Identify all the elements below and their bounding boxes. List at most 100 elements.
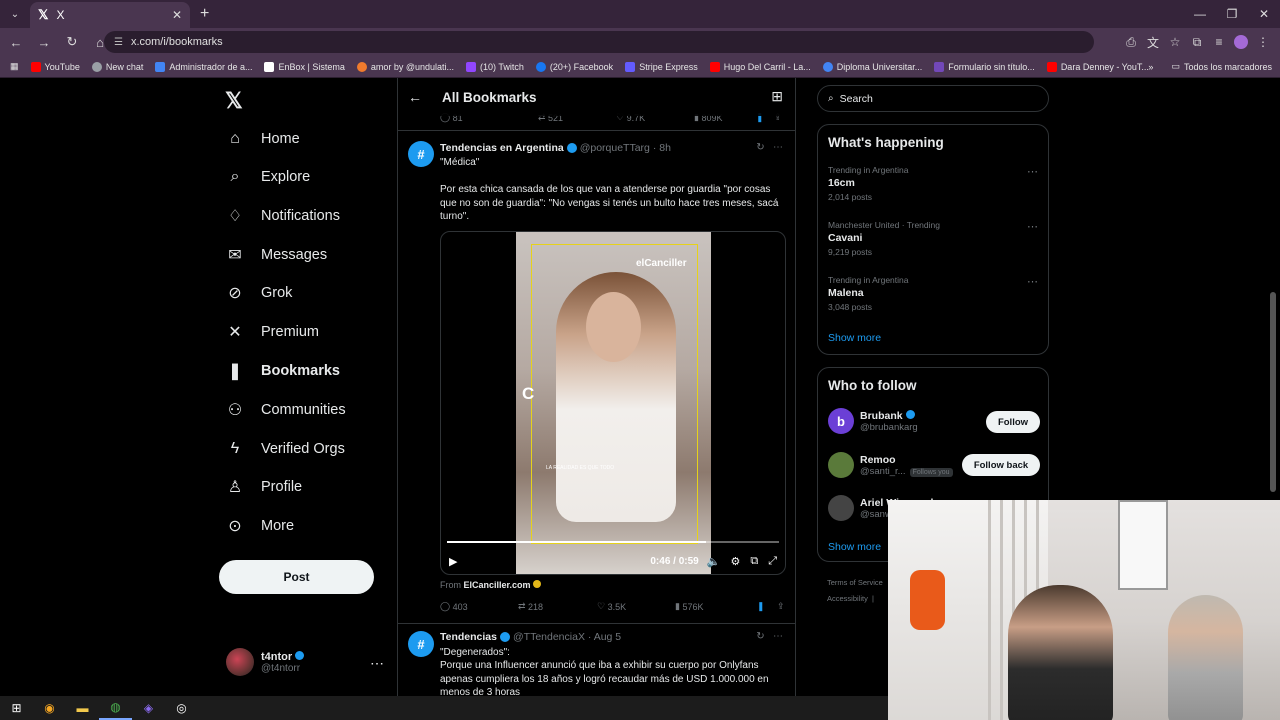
bookmarked-icon[interactable]: ❚ [757,601,777,612]
tab-search-icon[interactable]: ⌄ [4,3,26,25]
bookmark-folder-icon[interactable]: ⊞ [771,88,783,105]
obs-icon[interactable]: ◎ [165,696,198,720]
reply-action[interactable]: ◯ 403 [440,601,518,612]
source-link[interactable]: ElCanciller.com [464,580,531,590]
tweet-author[interactable]: Tendencias [440,631,497,643]
bookmark-5[interactable]: (10) Twitch [466,61,524,72]
bookmark-0[interactable]: YouTube [30,61,80,72]
footer-link[interactable]: Terms of Service [827,578,883,587]
search-input[interactable]: ⌕ Search [817,85,1049,112]
home-icon: ⌂ [230,130,240,147]
play-icon[interactable]: ▶ [449,555,457,568]
copilot-icon[interactable]: ◉ [33,696,66,720]
bookmark-1[interactable]: New chat [91,61,143,72]
bookmark-6[interactable]: (20+) Facebook [535,61,613,72]
follow-back-button[interactable]: Follow back [962,454,1040,476]
video-player[interactable]: elCanciller LA REALIDAD ES QUE TODO C ▶ … [440,231,786,575]
minimize-icon[interactable]: — [1184,0,1216,28]
discord-icon[interactable]: ◈ [132,696,165,720]
address-bar[interactable]: ☰ x.com/i/bookmarks [104,31,1094,53]
follow-suggestion[interactable]: Remoo @santi_r... Follows you [828,452,953,478]
fullscreen-icon[interactable]: ⤢ [768,555,777,568]
trend-item[interactable]: Manchester United · Trending Cavani 9,21… [828,220,940,257]
all-bookmarks[interactable]: » ▭ Todos los marcadores [1148,61,1272,72]
bookmark-4[interactable]: amor by @undulati... [356,61,454,72]
trend-item[interactable]: Trending in Argentina 16cm 2,014 posts [828,165,909,202]
grok-icon[interactable]: ↻ [756,631,764,642]
bookmark-11[interactable]: Dara Denney - YouT... [1046,61,1149,72]
translate-icon[interactable]: 文 [1142,30,1164,54]
share-icon[interactable]: ⇪ [777,601,785,612]
scrollbar[interactable] [1270,292,1276,492]
tweet-avatar[interactable]: # [408,631,434,657]
sidebar-item-verified-orgs[interactable]: ϟ Verified Orgs [225,434,345,464]
tab-groups-icon[interactable]: ≡ [1208,30,1230,54]
account-switcher[interactable]: t4ntor @t4ntorr [226,648,305,676]
bookmark-3[interactable]: EnBox | Sistema [264,61,345,72]
bookmark-8[interactable]: Hugo Del Carril - La... [709,61,811,72]
tweet-time[interactable]: · Aug 5 [588,631,621,643]
tweet-more-icon[interactable]: ⋯ [773,142,783,153]
tweet-time[interactable]: · 8h [653,142,671,154]
like-action[interactable]: ♡ 3.5K [597,601,675,612]
sidebar-item-explore[interactable]: ⌕ Explore [225,162,311,192]
site-info-icon[interactable]: ☰ [114,37,123,48]
profile-avatar-icon[interactable] [1234,35,1248,49]
volume-icon[interactable]: 🔈 [707,555,721,568]
account-more-icon[interactable]: ⋯ [370,655,384,672]
trend-item[interactable]: Trending in Argentina Malena 3,048 posts [828,275,909,312]
menu-icon[interactable]: ⋮ [1252,30,1274,54]
bookmark-2[interactable]: Administrador de a... [155,61,252,72]
settings-gear-icon[interactable]: ⚙ [730,555,740,568]
tweet-more-icon[interactable]: ⋯ [773,631,783,642]
sidebar-item-communities[interactable]: ⚇ Communities [225,395,346,425]
bookmark-7[interactable]: Stripe Express [625,61,698,72]
sidebar-item-premium[interactable]: ✕ Premium [225,317,319,347]
restore-icon[interactable]: ❐ [1216,0,1248,28]
forward-icon[interactable]: → [32,30,56,54]
sidebar-item-grok[interactable]: ⊘ Grok [225,278,292,308]
install-icon[interactable]: ⎙ [1120,30,1142,54]
show-more-link[interactable]: Show more [828,332,881,344]
trend-more-icon[interactable]: ⋯ [1027,165,1038,178]
extensions-icon[interactable]: ⧉ [1186,30,1208,54]
new-tab-icon[interactable]: + [200,5,209,23]
file-explorer-icon[interactable]: ▬ [66,696,99,720]
back-icon[interactable]: ← [4,30,28,54]
sidebar-item-bookmarks[interactable]: ❚ Bookmarks [225,356,340,386]
tab-close-icon[interactable]: ✕ [172,8,182,22]
reload-icon[interactable]: ↻ [60,30,84,54]
footer-link[interactable]: Accessibility [827,594,868,603]
chrome-icon[interactable]: ◍ [99,696,132,720]
sidebar-item-messages[interactable]: ✉ Messages [225,240,327,270]
bookmark-10[interactable]: Formulario sin título... [934,61,1035,72]
close-window-icon[interactable]: ✕ [1248,0,1280,28]
apps-icon[interactable]: ▦ [10,61,19,72]
grok-icon[interactable]: ↻ [756,142,764,153]
video-progress-bar[interactable] [447,541,779,543]
sidebar-item-profile[interactable]: ♙ Profile [225,472,302,502]
views-action[interactable]: ▮ 576K [675,601,757,612]
windows-start-icon[interactable]: ⊞ [0,696,33,720]
repost-action[interactable]: ⇄ 218 [518,601,597,612]
picture-in-picture-icon[interactable]: ⧉ [750,555,758,568]
tweet-avatar[interactable]: # [408,141,434,167]
follow-button[interactable]: Follow [986,411,1040,433]
x-logo-icon[interactable]: 𝕏 [225,88,243,114]
sidebar-item-notifications[interactable]: ♢ Notifications [225,201,340,231]
star-icon[interactable]: ☆ [1164,30,1186,54]
post-button[interactable]: Post [219,560,374,594]
sidebar-item-more[interactable]: ⊙ More [225,511,294,541]
overflow-chevron-icon[interactable]: » [1148,62,1153,72]
trend-more-icon[interactable]: ⋯ [1027,220,1038,233]
tweet-handle[interactable]: @porqueTTarg [580,142,650,154]
sidebar-item-home[interactable]: ⌂ Home [225,124,300,154]
browser-tab[interactable]: 𝕏 X ✕ [30,2,190,28]
trend-more-icon[interactable]: ⋯ [1027,275,1038,288]
show-more-link[interactable]: Show more [828,541,881,553]
tweet-author[interactable]: Tendencias en Argentina [440,142,564,154]
back-arrow-icon[interactable]: ← [408,89,422,105]
bookmark-9[interactable]: Diploma Universitar... [822,61,922,72]
follow-suggestion[interactable]: b Brubank @brubankarg [828,408,918,434]
tweet-handle[interactable]: @TTendenciaX [513,631,585,643]
